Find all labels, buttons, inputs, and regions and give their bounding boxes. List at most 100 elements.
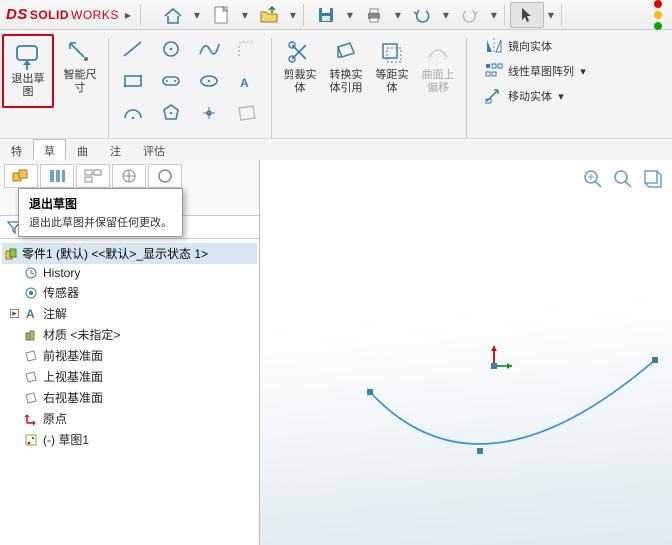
pattern-label: 线性草图阵列 xyxy=(508,63,574,79)
move-button[interactable]: 移动实体 ▾ xyxy=(479,84,593,108)
save-dropdown[interactable]: ▾ xyxy=(345,8,355,22)
logo-solid: SOLID xyxy=(30,8,69,22)
plane-tool[interactable] xyxy=(229,98,265,128)
open-button[interactable] xyxy=(252,2,286,28)
polygon-tool[interactable] xyxy=(153,98,189,128)
expander-icon[interactable]: ▸ xyxy=(10,309,19,318)
tab-features[interactable]: 特 xyxy=(0,139,33,160)
open-dropdown[interactable]: ▾ xyxy=(288,8,298,22)
line-tool[interactable] xyxy=(115,34,151,64)
exit-sketch-button[interactable]: 退出草 图 xyxy=(6,38,50,104)
tree-annotations[interactable]: ▸ A 注解 xyxy=(2,303,257,324)
mirror-button[interactable]: 镜向实体 xyxy=(479,34,593,58)
convert-button[interactable]: 转换实 体引用 xyxy=(324,34,368,100)
tree-front-label: 前视基准面 xyxy=(43,347,103,364)
tree-root[interactable]: 零件1 (默认) <<默认>_显示状态 1> xyxy=(2,243,257,264)
new-dropdown[interactable]: ▾ xyxy=(240,8,250,22)
spline-tool[interactable] xyxy=(191,34,227,64)
light-green-icon xyxy=(654,22,662,30)
rectangle-tool[interactable] xyxy=(115,66,151,96)
fm-tab-property[interactable] xyxy=(40,164,74,188)
point-tool[interactable] xyxy=(191,98,227,128)
exit-sketch-label: 退出草 图 xyxy=(12,73,45,99)
title-bar: DS SOLIDWORKS ▸ ▾ ▾ ▾ ▾ ▾ ▾ ▾ ▾ xyxy=(0,0,672,30)
logo-ds: DS xyxy=(6,6,28,23)
fm-tab-assembly[interactable] xyxy=(4,164,38,188)
undo-dropdown[interactable]: ▾ xyxy=(441,8,451,22)
part-icon xyxy=(4,247,18,261)
tree-material-label: 材质 <未指定> xyxy=(43,326,120,343)
ribbon: 退出草 图 智能尺 寸 A 剪裁实 体 转换实 体引用 等距实 体 xyxy=(0,30,672,160)
home-button[interactable] xyxy=(156,2,190,28)
circle-tool[interactable] xyxy=(153,34,189,64)
surface-offset-button: 曲面上 偏移 xyxy=(416,34,460,100)
fm-tab-display[interactable] xyxy=(148,164,182,188)
trim-button[interactable]: 剪裁实 体 xyxy=(278,34,322,100)
trim-icon xyxy=(286,39,314,67)
sketch-icon xyxy=(24,433,38,447)
separator xyxy=(561,4,562,26)
origin-icon xyxy=(24,412,38,426)
graphics-area[interactable] xyxy=(260,160,672,545)
app-menu-dropdown[interactable]: ▸ xyxy=(123,8,133,22)
svg-text:A: A xyxy=(26,307,35,321)
new-button[interactable] xyxy=(204,2,238,28)
home-dropdown[interactable]: ▾ xyxy=(192,8,202,22)
surface-offset-icon xyxy=(424,39,452,67)
tree-top-plane[interactable]: 上视基准面 xyxy=(2,366,257,387)
move-dropdown[interactable]: ▾ xyxy=(556,90,566,103)
text-tool[interactable]: A xyxy=(229,66,265,96)
save-button[interactable] xyxy=(309,2,343,28)
tab-evaluate[interactable]: 评估 xyxy=(132,139,176,160)
fm-tab-config[interactable] xyxy=(76,164,110,188)
tab-surfaces[interactable]: 曲 xyxy=(66,139,99,160)
fillet-tool[interactable] xyxy=(229,34,265,64)
redo-dropdown[interactable]: ▾ xyxy=(489,8,499,22)
print-button[interactable] xyxy=(357,2,391,28)
select-dropdown[interactable]: ▾ xyxy=(546,8,556,22)
tree-history[interactable]: History xyxy=(2,264,257,282)
tooltip-body: 退出此草图并保留任何更改。 xyxy=(29,214,172,230)
feature-tree: 零件1 (默认) <<默认>_显示状态 1> History 传感器 ▸ A 注… xyxy=(0,239,259,454)
plane-icon xyxy=(24,370,38,384)
tab-annotate[interactable]: 注 xyxy=(99,139,132,160)
convert-label: 转换实 体引用 xyxy=(330,69,363,95)
command-tabs: 特 草 曲 注 评估 xyxy=(0,138,672,160)
pattern-icon xyxy=(484,62,504,80)
offset-button[interactable]: 等距实 体 xyxy=(370,34,414,100)
redo-button[interactable] xyxy=(453,2,487,28)
pattern-button[interactable]: 线性草图阵列 ▾ xyxy=(479,59,593,83)
status-lights xyxy=(654,0,666,30)
tree-sketch1[interactable]: (-) 草图1 xyxy=(2,429,257,450)
convert-icon xyxy=(332,39,360,67)
logo-works: WORKS xyxy=(71,8,119,22)
tab-sketch[interactable]: 草 xyxy=(33,139,66,160)
select-button[interactable] xyxy=(510,2,544,28)
separator xyxy=(504,4,505,26)
tree-right-label: 右视基准面 xyxy=(43,389,103,406)
smart-dimension-button[interactable]: 智能尺 寸 xyxy=(58,34,102,100)
slot-tool[interactable] xyxy=(153,66,189,96)
tree-right-plane[interactable]: 右视基准面 xyxy=(2,387,257,408)
tree-history-label: History xyxy=(43,266,80,280)
separator xyxy=(466,38,467,148)
pattern-dropdown[interactable]: ▾ xyxy=(578,65,588,78)
light-yellow-icon xyxy=(654,11,662,19)
tree-sensors[interactable]: 传感器 xyxy=(2,282,257,303)
separator xyxy=(140,4,141,26)
move-label: 移动实体 xyxy=(508,88,552,104)
move-icon xyxy=(484,87,504,105)
tree-material[interactable]: 材质 <未指定> xyxy=(2,324,257,345)
mirror-label: 镜向实体 xyxy=(508,38,552,54)
exit-sketch-highlight: 退出草 图 xyxy=(2,34,54,108)
trim-label: 剪裁实 体 xyxy=(284,69,317,95)
annotations-icon: A xyxy=(24,307,38,321)
tree-origin[interactable]: 原点 xyxy=(2,408,257,429)
ellipse-tool[interactable] xyxy=(191,66,227,96)
tree-front-plane[interactable]: 前视基准面 xyxy=(2,345,257,366)
fm-tab-dimxpert[interactable] xyxy=(112,164,146,188)
arc-tool[interactable] xyxy=(115,98,151,128)
print-dropdown[interactable]: ▾ xyxy=(393,8,403,22)
undo-button[interactable] xyxy=(405,2,439,28)
separator xyxy=(303,4,304,26)
